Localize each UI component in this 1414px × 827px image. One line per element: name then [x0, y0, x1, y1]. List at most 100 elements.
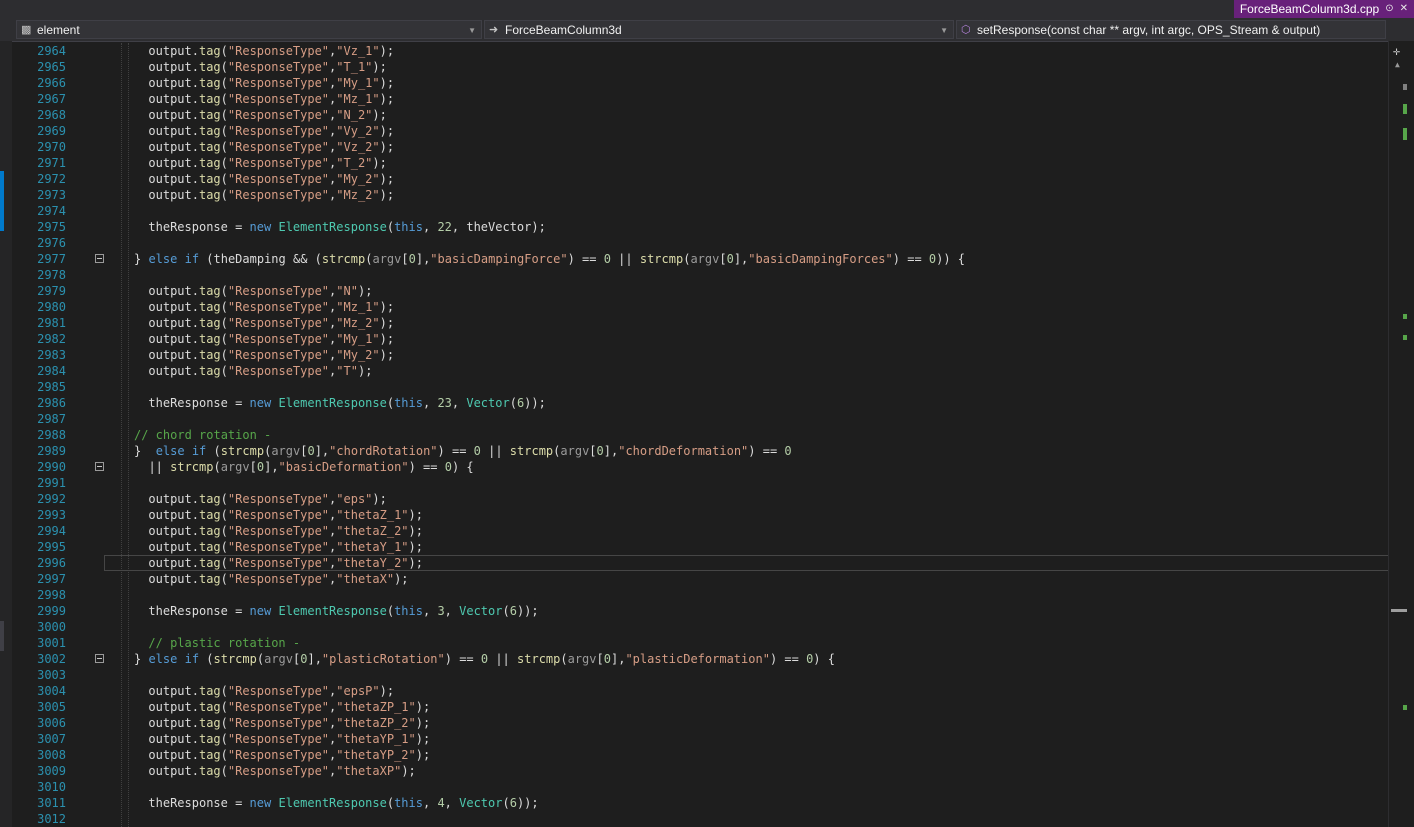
- code-line[interactable]: 3000: [0, 619, 1388, 635]
- code-line[interactable]: 2979 output.tag("ResponseType","N");: [0, 283, 1388, 299]
- code-line[interactable]: 2972 output.tag("ResponseType","My_2");: [0, 171, 1388, 187]
- code-line[interactable]: 3011 theResponse = new ElementResponse(th…: [0, 795, 1388, 811]
- project-label: element: [37, 23, 80, 37]
- code-line[interactable]: 3004 output.tag("ResponseType","epsP");: [0, 683, 1388, 699]
- line-number: 3002: [37, 652, 66, 666]
- code-line[interactable]: 2964 output.tag("ResponseType","Vz_1");: [0, 43, 1388, 59]
- code-line[interactable]: 2967 output.tag("ResponseType","Mz_1");: [0, 91, 1388, 107]
- code-line[interactable]: 2981 output.tag("ResponseType","Mz_2");: [0, 315, 1388, 331]
- code-line[interactable]: 2974: [0, 203, 1388, 219]
- code-line[interactable]: 2965 output.tag("ResponseType","T_1");: [0, 59, 1388, 75]
- scrollbar-marker: [1403, 84, 1407, 90]
- code-line[interactable]: 2976: [0, 235, 1388, 251]
- line-number: 2965: [37, 60, 66, 74]
- line-number: 2991: [37, 476, 66, 490]
- scroll-up-arrow-icon[interactable]: ▲: [1395, 60, 1400, 69]
- collapse-region-icon[interactable]: [95, 462, 104, 471]
- chevron-down-icon[interactable]: ▼: [468, 21, 476, 38]
- code-line[interactable]: 2986 theResponse = new ElementResponse(th…: [0, 395, 1388, 411]
- code-line[interactable]: 2992 output.tag("ResponseType","eps");: [0, 491, 1388, 507]
- code-line[interactable]: 3003: [0, 667, 1388, 683]
- code-line[interactable]: 2966 output.tag("ResponseType","My_1");: [0, 75, 1388, 91]
- line-number: 2977: [37, 252, 66, 266]
- code-line[interactable]: 3006 output.tag("ResponseType","thetaZP_2…: [0, 715, 1388, 731]
- code-editor[interactable]: 2964 output.tag("ResponseType","Vz_1"); 29…: [0, 43, 1388, 827]
- member-dropdown[interactable]: ⬡ setResponse(const char ** argv, int ar…: [956, 20, 1386, 39]
- code-text: output.tag("ResponseType","Mz_2");: [148, 188, 395, 202]
- code-line[interactable]: 2975 theResponse = new ElementResponse(th…: [0, 219, 1388, 235]
- close-icon[interactable]: ✕: [1400, 0, 1408, 18]
- code-line[interactable]: 2980 output.tag("ResponseType","Mz_1");: [0, 299, 1388, 315]
- code-line[interactable]: 2991: [0, 475, 1388, 491]
- code-line[interactable]: 2982 output.tag("ResponseType","My_1");: [0, 331, 1388, 347]
- code-line[interactable]: 3005 output.tag("ResponseType","thetaZP_1…: [0, 699, 1388, 715]
- change-marker: [1403, 705, 1407, 710]
- code-line[interactable]: 2995 output.tag("ResponseType","thetaY_1"…: [0, 539, 1388, 555]
- scope-label: ForceBeamColumn3d: [505, 23, 622, 37]
- code-line[interactable]: 2988 // chord rotation -: [0, 427, 1388, 443]
- collapse-region-icon[interactable]: [95, 654, 104, 663]
- indent-guide: [121, 43, 123, 827]
- project-dropdown[interactable]: ▩ element ▼: [16, 20, 482, 39]
- code-line[interactable]: 2997 output.tag("ResponseType","thetaX");: [0, 571, 1388, 587]
- line-number: 2984: [37, 364, 66, 378]
- line-number: 2967: [37, 92, 66, 106]
- line-number: 2976: [37, 236, 66, 250]
- pin-icon[interactable]: ⊙: [1385, 0, 1393, 18]
- code-line[interactable]: 2978: [0, 267, 1388, 283]
- scope-dropdown[interactable]: ➜ ForceBeamColumn3d ▼: [484, 20, 954, 39]
- code-text: output.tag("ResponseType","thetaYP_1");: [148, 732, 431, 746]
- vertical-scrollbar[interactable]: [1388, 41, 1414, 827]
- split-window-icon[interactable]: ✛: [1393, 44, 1400, 58]
- code-line[interactable]: 2984 output.tag("ResponseType","T");: [0, 363, 1388, 379]
- line-number: 2987: [37, 412, 66, 426]
- code-line[interactable]: 2968 output.tag("ResponseType","N_2");: [0, 107, 1388, 123]
- code-line[interactable]: 2973 output.tag("ResponseType","Mz_2");: [0, 187, 1388, 203]
- code-text: output.tag("ResponseType","thetaZ_2");: [148, 524, 423, 538]
- code-line[interactable]: 2969 output.tag("ResponseType","Vy_2");: [0, 123, 1388, 139]
- code-text: output.tag("ResponseType","T_2");: [148, 156, 387, 170]
- line-number: 3007: [37, 732, 66, 746]
- code-text: output.tag("ResponseType","Mz_1");: [148, 92, 395, 106]
- code-line[interactable]: 2999 theResponse = new ElementResponse(th…: [0, 603, 1388, 619]
- line-number: 2998: [37, 588, 66, 602]
- line-number: 2989: [37, 444, 66, 458]
- line-number: 2980: [37, 300, 66, 314]
- code-line[interactable]: 2987: [0, 411, 1388, 427]
- code-line[interactable]: 3010: [0, 779, 1388, 795]
- file-tab[interactable]: ForceBeamColumn3d.cpp ⊙ ✕: [1233, 0, 1414, 18]
- line-number: 2982: [37, 332, 66, 346]
- code-text: theResponse = new ElementResponse(this, …: [148, 396, 546, 410]
- code-line[interactable]: 3007 output.tag("ResponseType","thetaYP_1…: [0, 731, 1388, 747]
- line-number: 2990: [37, 460, 66, 474]
- code-line[interactable]: 2970 output.tag("ResponseType","Vz_2");: [0, 139, 1388, 155]
- code-text: } else if (strcmp(argv[0],"chordRotation…: [134, 444, 792, 458]
- code-line[interactable]: 3008 output.tag("ResponseType","thetaYP_2…: [0, 747, 1388, 763]
- line-number: 2969: [37, 124, 66, 138]
- code-line[interactable]: 2994 output.tag("ResponseType","thetaZ_2"…: [0, 523, 1388, 539]
- code-text: } else if (strcmp(argv[0],"plasticRotati…: [134, 652, 835, 666]
- code-line[interactable]: 2990 || strcmp(argv[0],"basicDeformation…: [0, 459, 1388, 475]
- code-line[interactable]: 2983 output.tag("ResponseType","My_2");: [0, 347, 1388, 363]
- change-marker: [1403, 104, 1407, 114]
- code-line[interactable]: 2977} else if (theDamping && (strcmp(arg…: [0, 251, 1388, 267]
- code-line[interactable]: 3009 output.tag("ResponseType","thetaXP")…: [0, 763, 1388, 779]
- cube-icon: ⬡: [961, 24, 971, 36]
- code-text: output.tag("ResponseType","My_2");: [148, 172, 395, 186]
- code-line[interactable]: 2993 output.tag("ResponseType","thetaZ_1"…: [0, 507, 1388, 523]
- code-line[interactable]: 3001 // plastic rotation -: [0, 635, 1388, 651]
- line-number: 2993: [37, 508, 66, 522]
- scrollbar-position-marker[interactable]: [1391, 609, 1407, 612]
- code-text: output.tag("ResponseType","Vz_1");: [148, 44, 395, 58]
- code-line[interactable]: 2985: [0, 379, 1388, 395]
- code-line[interactable]: 2998: [0, 587, 1388, 603]
- code-line[interactable]: 3012: [0, 811, 1388, 827]
- code-line[interactable]: 3002 } else if (strcmp(argv[0],"plasticRo…: [0, 651, 1388, 667]
- chevron-down-icon[interactable]: ▼: [940, 21, 948, 38]
- collapse-region-icon[interactable]: [95, 254, 104, 263]
- change-marker: [1403, 335, 1407, 340]
- line-number: 2985: [37, 380, 66, 394]
- code-line[interactable]: 2989 } else if (strcmp(argv[0],"chordRota…: [0, 443, 1388, 459]
- code-line[interactable]: 2971 output.tag("ResponseType","T_2");: [0, 155, 1388, 171]
- code-text: output.tag("ResponseType","Mz_2");: [148, 316, 395, 330]
